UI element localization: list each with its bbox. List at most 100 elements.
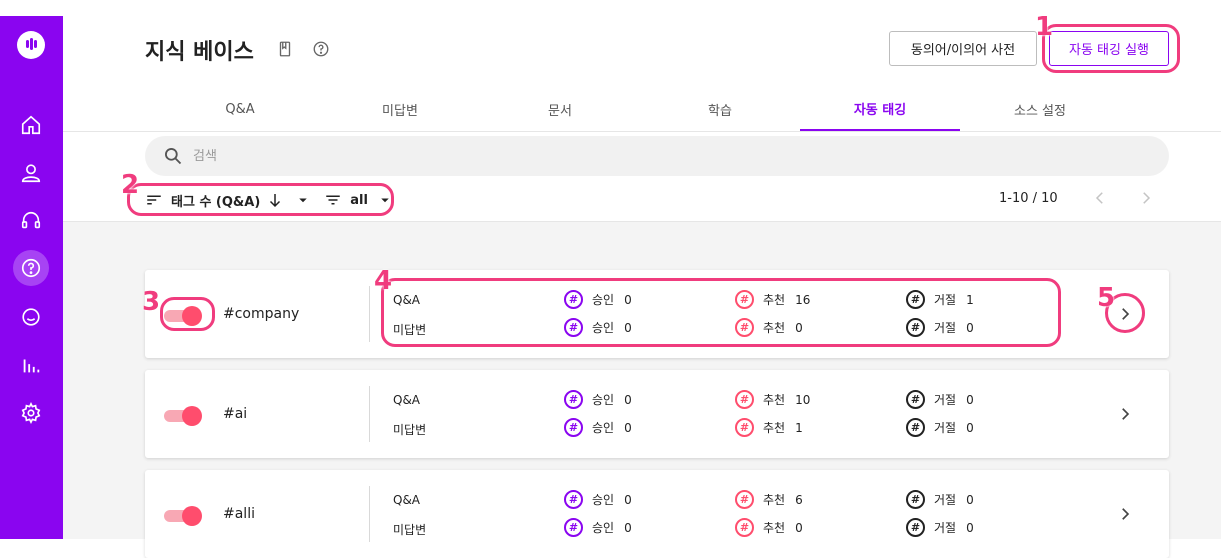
help-icon[interactable] [13, 250, 49, 286]
approve-stat-unanswered[interactable]: # 승인 0 [564, 518, 632, 537]
row-label-qa: Q&A [393, 393, 421, 407]
row-label-unanswered: 미답변 [393, 523, 427, 537]
search-input[interactable] [193, 148, 1093, 164]
tag-name: #company [223, 306, 300, 322]
tag-toggle[interactable] [164, 505, 202, 526]
annotation-number-5: 5 [1097, 283, 1116, 313]
row-label-unanswered: 미답변 [393, 323, 427, 337]
help-circle-icon[interactable] [312, 40, 330, 58]
arrow-down-icon[interactable] [266, 191, 284, 209]
recommend-hash-icon: # [735, 490, 754, 509]
row-label-unanswered: 미답변 [393, 423, 427, 437]
run-autotag-button[interactable]: 자동 태깅 실행 [1049, 31, 1169, 66]
caret-down-icon [299, 198, 308, 203]
headset-icon[interactable] [16, 206, 46, 236]
approve-stat-qa[interactable]: # 승인 0 [564, 290, 632, 309]
logo-icon[interactable] [17, 31, 45, 59]
tag-card: #company Q&A 미답변 # 승인 0 # 추천 16 # 거절 1 # 승인 0 # 추… [145, 270, 1169, 358]
annotation-number-1: 1 [1035, 12, 1054, 42]
sort-dropdown[interactable]: 태그 수 (Q&A) [145, 191, 312, 210]
reject-stat-qa[interactable]: # 거절 0 [906, 490, 974, 509]
annotation-number-2: 2 [121, 170, 140, 200]
recommend-hash-icon: # [735, 318, 754, 337]
approve-stat-qa[interactable]: # 승인 0 [564, 490, 632, 509]
approve-hash-icon: # [564, 390, 583, 409]
tab-unanswered[interactable]: 미답변 [320, 88, 480, 131]
recommend-stat-qa[interactable]: # 추천 16 [735, 290, 810, 309]
tag-toggle[interactable] [164, 305, 202, 326]
approve-hash-icon: # [564, 518, 583, 537]
recommend-stat-unanswered[interactable]: # 추천 1 [735, 418, 803, 437]
chat-icon[interactable] [16, 302, 46, 332]
recommend-stat-qa[interactable]: # 추천 10 [735, 390, 810, 409]
annotation-number-3: 3 [142, 287, 161, 317]
user-icon[interactable] [16, 158, 46, 188]
recommend-hash-icon: # [735, 518, 754, 537]
tag-name: #alli [223, 506, 255, 522]
chevron-right-icon[interactable] [1116, 405, 1134, 423]
tag-list: #company Q&A 미답변 # 승인 0 # 추천 16 # 거절 1 # 승인 0 # 추… [63, 221, 1221, 558]
recommend-stat-unanswered[interactable]: # 추천 0 [735, 518, 803, 537]
reject-hash-icon: # [906, 518, 925, 537]
filter-bar: 태그 수 (Q&A) all [145, 184, 406, 216]
row-label-qa: Q&A [393, 493, 421, 507]
tag-toggle[interactable] [164, 405, 202, 426]
recommend-hash-icon: # [735, 418, 754, 437]
chevron-right-icon[interactable] [1116, 505, 1134, 523]
row-label-qa: Q&A [393, 293, 421, 307]
page-title: 지식 베이스 [145, 40, 254, 65]
reject-hash-icon: # [906, 490, 925, 509]
approve-stat-unanswered[interactable]: # 승인 0 [564, 318, 632, 337]
reject-hash-icon: # [906, 318, 925, 337]
approve-hash-icon: # [564, 418, 583, 437]
approve-hash-icon: # [564, 490, 583, 509]
tab-learning[interactable]: 학습 [640, 88, 800, 131]
card-divider [369, 286, 370, 342]
sidebar [0, 16, 63, 539]
tabs-divider [63, 131, 1221, 132]
prev-page-icon[interactable] [1091, 189, 1109, 207]
analytics-icon[interactable] [16, 350, 46, 380]
recommend-stat-qa[interactable]: # 추천 6 [735, 490, 803, 509]
approve-stat-qa[interactable]: # 승인 0 [564, 390, 632, 409]
card-divider [369, 486, 370, 542]
home-icon[interactable] [16, 110, 46, 140]
reject-hash-icon: # [906, 418, 925, 437]
annotation-number-4: 4 [374, 266, 393, 296]
synonym-dictionary-button[interactable]: 동의어/이의어 사전 [889, 31, 1037, 66]
settings-icon[interactable] [16, 398, 46, 428]
search-icon [165, 148, 182, 165]
pagination-range: 1-10 / 10 [999, 191, 1058, 206]
reject-stat-unanswered[interactable]: # 거절 0 [906, 318, 974, 337]
approve-stat-unanswered[interactable]: # 승인 0 [564, 418, 632, 437]
reject-hash-icon: # [906, 390, 925, 409]
reject-hash-icon: # [906, 290, 925, 309]
reject-stat-unanswered[interactable]: # 거절 0 [906, 518, 974, 537]
book-icon[interactable] [276, 40, 294, 58]
recommend-hash-icon: # [735, 390, 754, 409]
approve-hash-icon: # [564, 318, 583, 337]
filter-icon [326, 195, 341, 205]
status-filter-label: all [350, 192, 368, 208]
reject-stat-qa[interactable]: # 거절 0 [906, 390, 974, 409]
tag-name: #ai [223, 406, 248, 422]
recommend-hash-icon: # [735, 290, 754, 309]
reject-stat-unanswered[interactable]: # 거절 0 [906, 418, 974, 437]
status-filter-dropdown[interactable]: all [324, 191, 394, 209]
chevron-right-icon[interactable] [1116, 305, 1134, 323]
sort-label: 태그 수 (Q&A) [171, 194, 261, 210]
search-bar [145, 136, 1169, 176]
approve-hash-icon: # [564, 290, 583, 309]
reject-stat-qa[interactable]: # 거절 1 [906, 290, 974, 309]
tag-card: #ai Q&A 미답변 # 승인 0 # 추천 10 # 거절 0 # 승인 0 # 추천 1 # 거… [145, 370, 1169, 458]
recommend-stat-unanswered[interactable]: # 추천 0 [735, 318, 803, 337]
caret-down-icon [381, 198, 389, 203]
tab-documents[interactable]: 문서 [480, 88, 640, 131]
tab-autotagging[interactable]: 자동 태깅 [800, 88, 960, 131]
tag-card: #alli Q&A 미답변 # 승인 0 # 추천 6 # 거절 0 # 승인 0 # 추천 0 #… [145, 470, 1169, 558]
next-page-icon[interactable] [1137, 189, 1155, 207]
tab-source-settings[interactable]: 소스 설정 [960, 88, 1120, 131]
tab-qa[interactable]: Q&A [160, 88, 320, 131]
sort-icon [147, 195, 161, 205]
tab-bar: Q&A 미답변 문서 학습 자동 태깅 소스 설정 [160, 88, 1120, 131]
